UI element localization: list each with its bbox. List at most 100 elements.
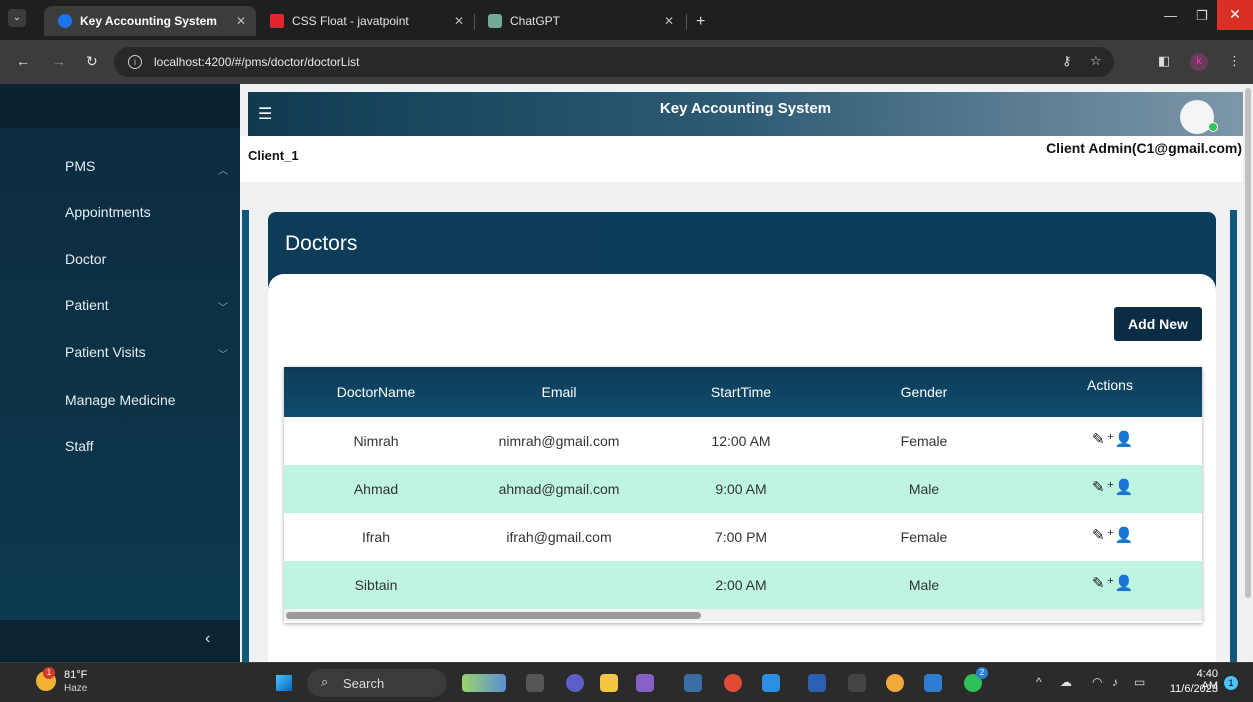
clock-date[interactable]: 11/6/2023 (1162, 683, 1218, 695)
visual-studio-icon[interactable] (636, 674, 654, 692)
teams-icon[interactable] (566, 674, 584, 692)
profile-avatar[interactable]: k (1190, 53, 1208, 71)
horizontal-scrollbar[interactable] (284, 609, 1202, 621)
tab-key-accounting[interactable]: Key Accounting System ✕ (44, 6, 256, 36)
chevron-down-icon[interactable]: ﹀ (218, 299, 228, 314)
show-hidden-icons-icon[interactable]: ^ (1036, 675, 1042, 689)
sidebar-item-staff[interactable]: Staff (65, 438, 94, 454)
collapse-sidebar-icon[interactable]: ‹ (205, 630, 210, 648)
taskbar-search[interactable]: ⌕ Search (307, 669, 447, 697)
window-close-icon[interactable]: ✕ (1217, 0, 1253, 30)
edit-pencil-icon[interactable]: ✎ (1092, 574, 1105, 592)
column-header-gender[interactable]: Gender (901, 384, 948, 400)
table-row: Nimrah nimrah@gmail.com 12:00 AM Female … (284, 417, 1202, 465)
cell-start-time: 7:00 PM (714, 529, 768, 545)
battery-icon[interactable]: ▭ (1134, 675, 1145, 689)
online-status-dot (1208, 122, 1218, 132)
close-tab-icon[interactable]: ✕ (454, 6, 464, 36)
edit-pencil-icon[interactable]: ✎ (1092, 478, 1105, 496)
reload-icon[interactable]: ↻ (86, 53, 98, 70)
volume-icon[interactable]: ♪ (1112, 675, 1118, 689)
chevron-up-icon[interactable]: ︿ (218, 162, 228, 177)
widgets-icon[interactable] (462, 674, 506, 692)
edit-pencil-icon[interactable]: ✎ (1092, 526, 1105, 544)
photos-icon[interactable] (924, 674, 942, 692)
left-accent-strip (242, 210, 249, 662)
edit-pencil-icon[interactable]: ✎ (1092, 430, 1105, 448)
column-header-starttime[interactable]: StartTime (711, 384, 771, 400)
row-actions: ✎ ⁺👤 (1092, 526, 1135, 544)
cell-start-time: 12:00 AM (711, 433, 771, 449)
back-icon[interactable]: ← (16, 53, 30, 69)
globe-icon (58, 14, 72, 28)
scrollbar-thumb[interactable] (286, 612, 701, 619)
restore-icon[interactable]: ❐ (1196, 8, 1208, 24)
column-header-doctorname[interactable]: DoctorName (337, 384, 416, 400)
notification-badge[interactable]: 1 (1224, 676, 1238, 690)
close-tab-icon[interactable]: ✕ (236, 6, 246, 36)
chrome-icon[interactable] (724, 674, 742, 692)
weather-condition[interactable]: Haze (64, 683, 87, 694)
windows-start-icon[interactable] (276, 675, 292, 691)
chevron-down-icon[interactable]: ﹀ (218, 346, 228, 361)
key-icon[interactable]: ⚷ (1062, 53, 1072, 69)
chrome-profile-icon[interactable] (886, 674, 904, 692)
tab-label: ChatGPT (510, 14, 561, 28)
sidebar-item-patient-visits[interactable]: Patient Visits (65, 344, 146, 360)
tab-chatgpt[interactable]: ChatGPT ✕ (474, 6, 684, 36)
vertical-scrollbar[interactable] (1243, 84, 1253, 662)
wifi-icon[interactable]: ◠ (1092, 675, 1102, 689)
bookmark-star-icon[interactable]: ☆ (1090, 53, 1102, 69)
word-icon[interactable] (808, 674, 826, 692)
cell-doctor-name: Ahmad (353, 481, 399, 497)
add-person-icon[interactable]: ⁺👤 (1107, 430, 1134, 448)
page-title: Doctors (285, 232, 358, 255)
new-tab-icon[interactable]: + (696, 13, 705, 31)
sidebar-header (0, 84, 240, 128)
table-row: Ahmad ahmad@gmail.com 9:00 AM Male ✎ ⁺👤 (284, 465, 1202, 513)
cell-start-time: 2:00 AM (715, 577, 767, 593)
side-panel-icon[interactable]: ◧ (1158, 53, 1170, 69)
doctors-table: DoctorName Email StartTime Gender Action… (284, 367, 1202, 623)
more-menu-icon[interactable]: ⋮ (1228, 53, 1241, 69)
close-tab-icon[interactable]: ✕ (664, 6, 674, 36)
sidebar-item-pms[interactable]: PMS (65, 158, 95, 174)
sidebar-item-patient[interactable]: Patient (65, 297, 109, 313)
column-header-email[interactable]: Email (541, 384, 576, 400)
vscode-icon[interactable] (762, 674, 780, 692)
cell-email: nimrah@gmail.com (498, 433, 620, 449)
browser-toolbar: ← → ↻ i localhost:4200/#/pms/doctor/doct… (0, 40, 1253, 84)
right-accent-strip (1230, 210, 1237, 662)
add-person-icon[interactable]: ⁺👤 (1107, 478, 1134, 496)
remote-desktop-icon[interactable] (684, 674, 702, 692)
minimize-icon[interactable]: — (1164, 8, 1177, 23)
file-explorer-icon[interactable] (600, 674, 618, 692)
weather-badge: 1 (43, 667, 55, 679)
tab-search-icon[interactable]: ⌄ (8, 9, 26, 27)
task-view-icon[interactable] (526, 674, 544, 692)
tab-css-float[interactable]: CSS Float - javatpoint ✕ (256, 6, 474, 36)
sidebar-item-doctor[interactable]: Doctor (65, 251, 106, 267)
site-info-icon[interactable]: i (128, 55, 142, 69)
client-name: Client_1 (248, 148, 299, 163)
cell-start-time: 9:00 AM (715, 481, 767, 497)
scrollbar-thumb[interactable] (1245, 88, 1251, 598)
user-info: Client Admin(C1@gmail.com) (1046, 140, 1242, 156)
table-row: Sibtain 2:00 AM Male ✎ ⁺👤 (284, 561, 1202, 609)
sidebar-item-manage-medicine[interactable]: Manage Medicine (65, 392, 176, 408)
row-actions: ✎ ⁺👤 (1092, 574, 1135, 592)
cell-gender: Male (908, 481, 940, 497)
add-person-icon[interactable]: ⁺👤 (1107, 574, 1134, 592)
onedrive-cloud-icon[interactable]: ☁ (1060, 675, 1072, 689)
forward-icon[interactable]: → (52, 53, 66, 69)
add-person-icon[interactable]: ⁺👤 (1107, 526, 1134, 544)
address-bar[interactable]: i localhost:4200/#/pms/doctor/doctorList (114, 47, 1114, 77)
cell-gender: Female (900, 433, 948, 449)
cell-doctor-name: Nimrah (353, 433, 399, 449)
sidebar-item-appointments[interactable]: Appointments (65, 204, 151, 220)
cell-email: ifrah@gmail.com (506, 529, 612, 545)
add-new-button[interactable]: Add New (1114, 307, 1202, 341)
row-actions: ✎ ⁺👤 (1092, 478, 1135, 496)
temperature[interactable]: 81°F (64, 669, 87, 681)
terminal-icon[interactable] (848, 674, 866, 692)
